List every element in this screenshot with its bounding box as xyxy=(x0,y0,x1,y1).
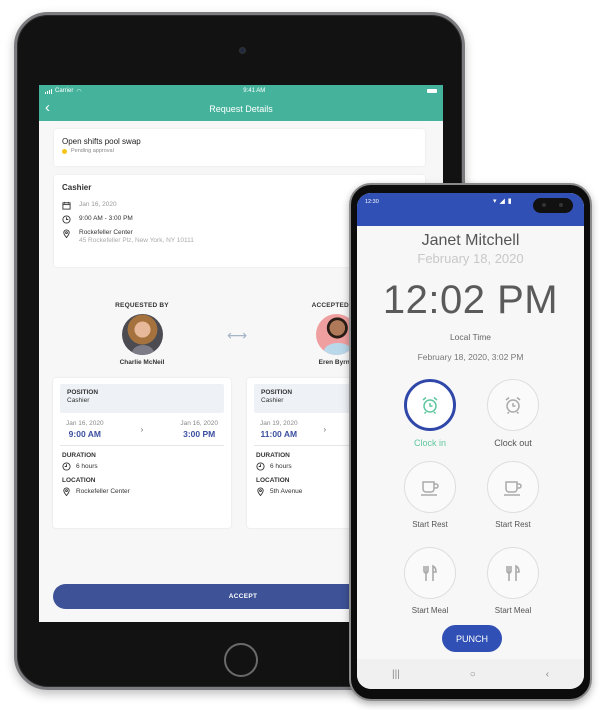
back-button[interactable]: ‹ xyxy=(546,669,549,680)
action-label: Start Rest xyxy=(412,520,448,529)
home-button[interactable]: ○ xyxy=(470,669,476,680)
location-pin-icon xyxy=(63,229,70,238)
duration-value: 6 hours xyxy=(76,463,98,470)
shift-date: Jan 16, 2020 xyxy=(79,201,117,208)
back-button[interactable]: ‹ xyxy=(45,100,50,116)
chevron-right-icon: › xyxy=(140,425,144,434)
start-time: 9:00 AM xyxy=(68,429,101,439)
action-label: Start Meal xyxy=(411,606,449,615)
position-box: POSITION Cashier xyxy=(60,384,224,413)
employee-name: Janet Mitchell xyxy=(421,232,520,249)
tablet-status-bar: Carrier ◠ 9:41 AM xyxy=(39,85,443,97)
location-pin-icon xyxy=(257,487,264,496)
action-label: Clock in xyxy=(413,438,446,448)
swap-request-card: Open shifts pool swap Pending approval xyxy=(54,129,425,166)
wifi-icon: ◠ xyxy=(76,88,82,95)
end-time: 3:00 PM xyxy=(183,429,216,439)
phone-screen: 12:30 ▾ ◢ ▮ Janet Mitchell February 18, … xyxy=(357,193,584,689)
start-date: Jan 16, 2020 xyxy=(66,420,104,427)
battery-icon xyxy=(426,89,437,93)
location-pin-icon xyxy=(63,487,70,496)
action-label: Clock out xyxy=(494,438,532,448)
swap-arrows-icon: ⟷ xyxy=(227,327,248,343)
chevron-right-icon: › xyxy=(323,425,327,434)
time-range: Jan 16, 2020 9:00 AM › Jan 16, 2020 3:00… xyxy=(60,413,224,446)
alarm-clock-icon xyxy=(505,396,521,415)
clock-in-button[interactable]: Clock in xyxy=(395,379,465,448)
navigation-bar: ‹ Request Details xyxy=(39,97,443,121)
position-value: Cashier xyxy=(67,397,90,404)
start-rest-button[interactable]: Start Rest xyxy=(478,461,548,529)
alarm-clock-icon xyxy=(422,396,438,415)
position-label: POSITION xyxy=(67,389,99,396)
start-rest-button[interactable]: Start Rest xyxy=(395,461,465,529)
android-nav-bar: ||| ○ ‹ xyxy=(357,659,584,689)
start-time: 11:00 AM xyxy=(260,429,298,439)
recent-apps-button[interactable]: ||| xyxy=(392,669,400,680)
clock-icon xyxy=(62,215,71,224)
clock-icon xyxy=(62,462,71,471)
phone-status-bar: 12:30 ▾ ◢ ▮ xyxy=(357,193,584,226)
start-meal-button[interactable]: Start Meal xyxy=(478,547,548,615)
clock-icon xyxy=(256,462,265,471)
coffee-cup-icon xyxy=(421,481,439,496)
punch-button[interactable]: PUNCH xyxy=(442,625,502,652)
start-date: Jan 19, 2020 xyxy=(260,420,298,427)
local-datetime: February 18, 2020, 3:02 PM xyxy=(417,352,524,362)
location-value: Rockefeller Center xyxy=(76,488,130,495)
requester-avatar xyxy=(121,314,163,355)
phone-status-time: 12:30 xyxy=(365,199,379,205)
action-label: Start Rest xyxy=(495,520,531,529)
calendar-icon xyxy=(62,201,71,210)
local-time-label: Local Time xyxy=(449,332,492,342)
requested-by-label: REQUESTED BY xyxy=(115,302,169,309)
requester-shift-card: POSITION Cashier Jan 16, 2020 9:00 AM › … xyxy=(53,378,231,528)
tablet-home-button[interactable] xyxy=(224,643,258,677)
carrier-label: Carrier xyxy=(55,88,74,94)
location-name: Rockefeller Center xyxy=(79,229,133,236)
status-time: 9:41 AM xyxy=(243,88,266,94)
battery-icon: ▮ xyxy=(507,198,512,205)
clock-display: 12:02 PM xyxy=(382,278,559,322)
tablet-camera xyxy=(239,47,246,54)
fork-knife-icon xyxy=(423,564,437,581)
fork-knife-icon xyxy=(506,564,520,581)
status-text: Pending approval xyxy=(71,148,114,154)
shift-time-range: 9:00 AM - 3:00 PM xyxy=(79,215,133,222)
pending-dot-icon xyxy=(62,148,67,154)
requester-name: Charlie McNeil xyxy=(119,359,165,366)
status-badge: Pending approval xyxy=(62,148,417,154)
duration-value: 6 hours xyxy=(270,463,292,470)
action-label: Start Meal xyxy=(494,606,532,615)
phone-device: 12:30 ▾ ◢ ▮ Janet Mitchell February 18, … xyxy=(349,183,592,701)
coffee-cup-icon xyxy=(504,481,522,496)
swap-title: Open shifts pool swap xyxy=(62,137,141,146)
location-value: 5th Avenue xyxy=(270,488,303,495)
start-meal-button[interactable]: Start Meal xyxy=(395,547,465,615)
duration-label: DURATION xyxy=(62,452,96,459)
requested-by-section: REQUESTED BY Charlie McNeil xyxy=(97,302,187,366)
location-label: LOCATION xyxy=(62,477,96,484)
clock-out-button[interactable]: Clock out xyxy=(478,379,548,448)
location-address: 45 Rockefeller Plz, New York, NY 10111 xyxy=(79,237,194,244)
page-title: Request Details xyxy=(209,104,273,114)
current-date: February 18, 2020 xyxy=(417,251,524,266)
signal-icon xyxy=(45,88,52,94)
wifi-icon: ▾ xyxy=(493,198,497,205)
signal-icon: ◢ xyxy=(499,198,505,205)
end-date: Jan 16, 2020 xyxy=(180,420,218,427)
phone-camera xyxy=(533,198,573,213)
